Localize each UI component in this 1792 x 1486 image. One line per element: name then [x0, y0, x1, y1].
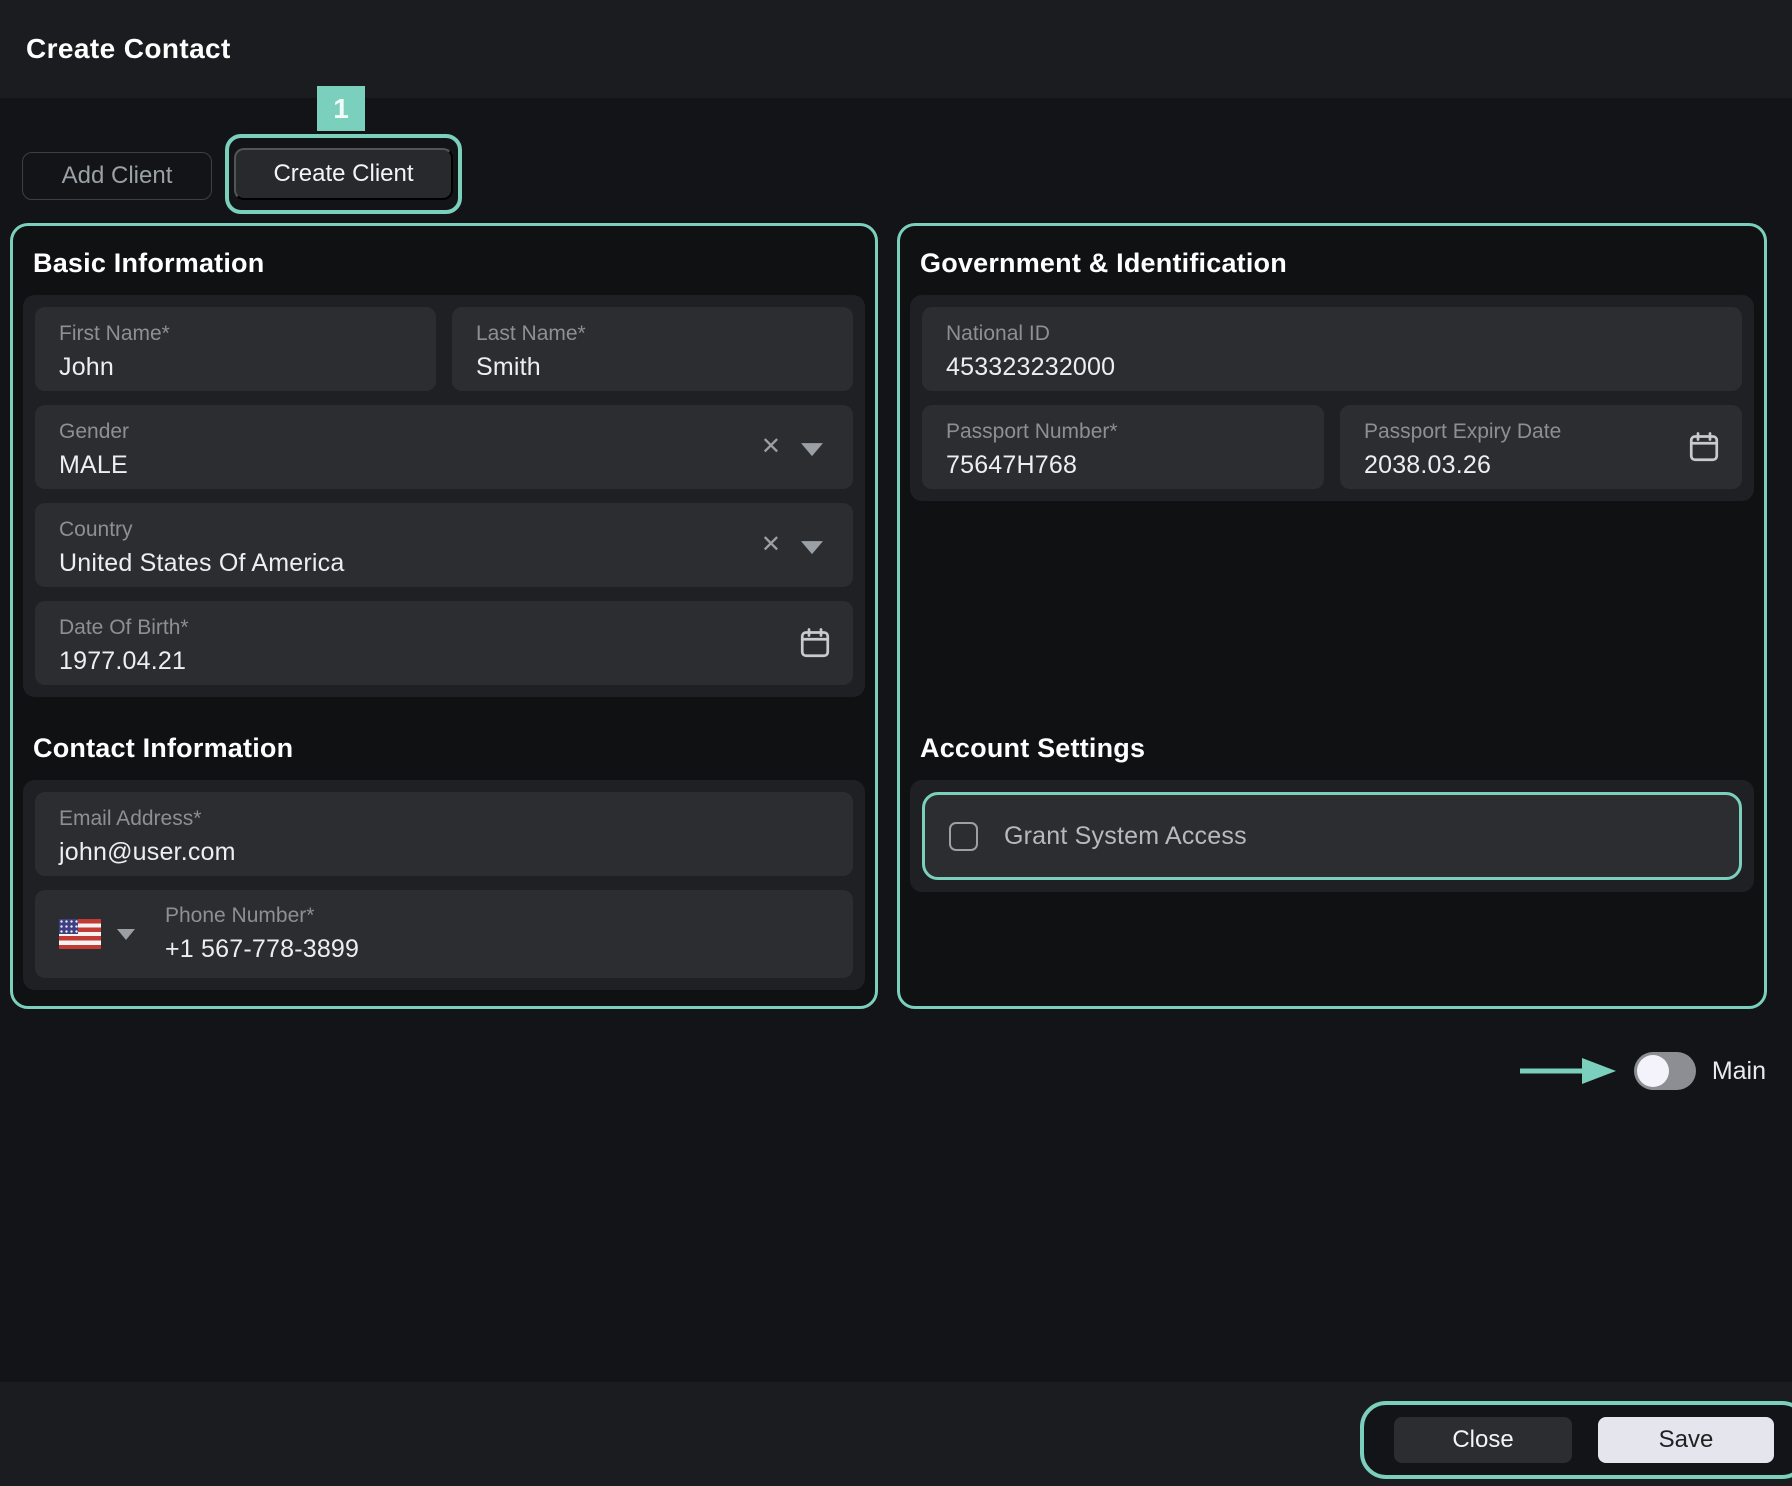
last-name-value: Smith: [476, 353, 829, 382]
phone-country-selector[interactable]: [59, 919, 135, 949]
account-settings-heading: Account Settings: [920, 733, 1744, 764]
close-button[interactable]: Close: [1394, 1417, 1572, 1463]
gender-chevron-down-icon[interactable]: [801, 443, 823, 456]
annotation-arrow-icon: [1518, 1050, 1618, 1092]
passport-expiry-label: Passport Expiry Date: [1364, 420, 1718, 444]
country-field[interactable]: Country United States Of America ✕: [35, 503, 853, 587]
national-id-value: 453323232000: [946, 353, 1718, 382]
first-name-label: First Name*: [59, 322, 412, 346]
country-value: United States Of America: [59, 549, 829, 578]
first-name-value: John: [59, 353, 412, 382]
name-row: First Name* John Last Name* Smith: [35, 307, 853, 391]
basic-information-heading: Basic Information: [33, 248, 855, 279]
gender-label: Gender: [59, 420, 829, 444]
create-contact-dialog: Create Contact 1 Add Client Create Clien…: [0, 0, 1792, 1486]
phone-field[interactable]: Phone Number* +1 567-778-3899: [35, 890, 853, 978]
gender-field[interactable]: Gender MALE ✕: [35, 405, 853, 489]
passport-expiry-value: 2038.03.26: [1364, 451, 1718, 480]
create-client-highlight: Create Client: [225, 134, 462, 214]
main-toggle-row: Main: [1518, 1050, 1766, 1092]
main-toggle-label: Main: [1712, 1057, 1766, 1086]
toggle-knob-icon: [1637, 1055, 1669, 1087]
dialog-header: Create Contact: [0, 0, 1792, 98]
phone-value: +1 567-778-3899: [165, 935, 359, 964]
phone-country-chevron-down-icon: [117, 929, 135, 940]
email-field[interactable]: Email Address* john@user.com: [35, 792, 853, 876]
government-identification-group: National ID 453323232000 Passport Number…: [910, 295, 1754, 501]
national-id-field[interactable]: National ID 453323232000: [922, 307, 1742, 391]
account-settings-group: Grant System Access: [910, 780, 1754, 892]
phone-label: Phone Number*: [165, 904, 359, 928]
dialog-footer: Close Save: [0, 1382, 1792, 1486]
passport-number-label: Passport Number*: [946, 420, 1300, 444]
passport-number-field[interactable]: Passport Number* 75647H768: [922, 405, 1324, 489]
email-value: john@user.com: [59, 838, 829, 867]
government-identification-panel: Government & Identification National ID …: [897, 223, 1767, 1009]
country-chevron-down-icon[interactable]: [801, 541, 823, 554]
basic-information-group: First Name* John Last Name* Smith Gender…: [23, 295, 865, 697]
calendar-icon[interactable]: [1686, 429, 1722, 465]
us-flag-icon: [59, 919, 101, 949]
add-client-button[interactable]: Add Client: [22, 152, 212, 200]
page-title: Create Contact: [26, 33, 231, 65]
gender-clear-icon[interactable]: ✕: [761, 435, 781, 459]
date-of-birth-value: 1977.04.21: [59, 647, 829, 676]
footer-actions-highlight: Close Save: [1360, 1401, 1792, 1479]
contact-information-group: Email Address* john@user.com Phone Numbe…: [23, 780, 865, 990]
passport-number-value: 75647H768: [946, 451, 1300, 480]
create-client-button[interactable]: Create Client: [234, 148, 453, 200]
country-clear-icon[interactable]: ✕: [761, 533, 781, 557]
date-of-birth-label: Date Of Birth*: [59, 616, 829, 640]
grant-system-access-checkbox[interactable]: [949, 822, 978, 851]
main-toggle[interactable]: [1634, 1052, 1696, 1090]
country-label: Country: [59, 518, 829, 542]
calendar-icon[interactable]: [797, 625, 833, 661]
grant-system-access-row[interactable]: Grant System Access: [922, 792, 1742, 880]
panel-spacer: [910, 501, 1754, 697]
last-name-field[interactable]: Last Name* Smith: [452, 307, 853, 391]
last-name-label: Last Name*: [476, 322, 829, 346]
first-name-field[interactable]: First Name* John: [35, 307, 436, 391]
government-identification-heading: Government & Identification: [920, 248, 1744, 279]
basic-information-panel: Basic Information First Name* John Last …: [10, 223, 878, 1009]
grant-system-access-label: Grant System Access: [1004, 822, 1247, 851]
national-id-label: National ID: [946, 322, 1718, 346]
passport-expiry-field[interactable]: Passport Expiry Date 2038.03.26: [1340, 405, 1742, 489]
passport-row: Passport Number* 75647H768 Passport Expi…: [922, 405, 1742, 489]
save-button[interactable]: Save: [1598, 1417, 1774, 1463]
contact-information-heading: Contact Information: [33, 733, 855, 764]
date-of-birth-field[interactable]: Date Of Birth* 1977.04.21: [35, 601, 853, 685]
email-label: Email Address*: [59, 807, 829, 831]
gender-value: MALE: [59, 451, 829, 480]
step-1-badge: 1: [317, 86, 365, 131]
phone-text: Phone Number* +1 567-778-3899: [165, 904, 359, 964]
